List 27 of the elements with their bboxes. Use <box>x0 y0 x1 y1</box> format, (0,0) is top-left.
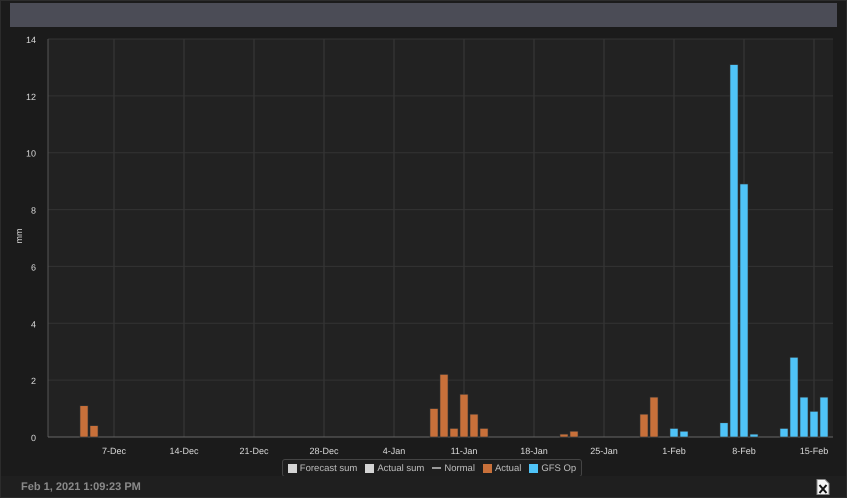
x-tick-label: 11-Jan <box>450 446 478 456</box>
x-tick-label: 25-Jan <box>590 446 618 456</box>
x-tick-label: 4-Jan <box>382 446 406 456</box>
legend-label[interactable]: Normal <box>444 462 475 474</box>
legend-label[interactable]: Actual sum <box>377 462 424 474</box>
x-tick-label: 28-Dec <box>310 446 338 456</box>
axis-title: mm <box>14 228 24 244</box>
timestamp: Feb 1, 2021 1:09:23 PM <box>21 480 141 492</box>
x-tick-label: 15-Feb <box>800 446 828 456</box>
legend-label[interactable]: GFS Op <box>541 462 576 474</box>
y-tick-label: 0 <box>30 433 36 443</box>
legend-label[interactable]: Actual <box>494 462 522 474</box>
x-tick-label: 21-Dec <box>240 446 268 456</box>
y-tick-label: 10 <box>26 148 36 159</box>
y-tick-label: 6 <box>30 262 36 272</box>
y-tick-label: 8 <box>30 206 36 216</box>
x-tick-label: 14-Dec <box>170 446 198 456</box>
legend-label[interactable]: Forecast sum <box>300 462 358 474</box>
y-tick-label: 12 <box>26 92 36 102</box>
y-tick-label: 4 <box>30 319 36 330</box>
x-tick-label: 1-Feb <box>662 446 686 456</box>
y-tick-label: 14 <box>26 35 36 45</box>
x-tick-label: 7-Dec <box>102 446 126 456</box>
x-tick-label: 8-Feb <box>732 446 756 456</box>
spreadsheet-export-icon[interactable] <box>816 478 830 494</box>
y-tick-label: 2 <box>30 376 36 386</box>
x-tick-label: 18-Jan <box>520 446 548 456</box>
